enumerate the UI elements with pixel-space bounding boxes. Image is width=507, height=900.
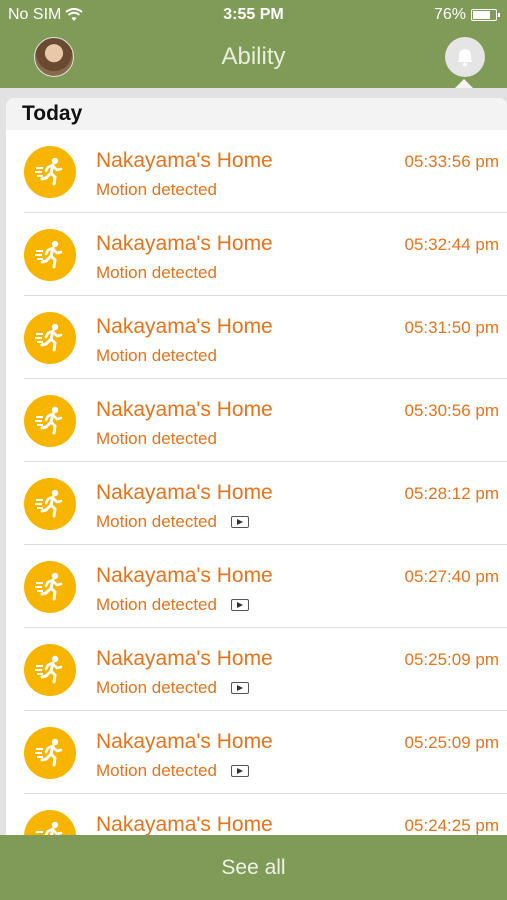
event-time: 05:24:25 pm <box>404 816 499 835</box>
event-type: Motion detected <box>96 678 217 697</box>
event-time: 05:31:50 pm <box>404 318 499 337</box>
notifications-button[interactable] <box>445 37 485 77</box>
video-play-icon[interactable] <box>230 682 249 694</box>
see-all-button[interactable]: See all <box>0 835 507 900</box>
event-description: Motion detected <box>96 512 249 532</box>
status-bar: No SIM 3:55 PM 76% <box>0 0 507 30</box>
event-list: Nakayama's Home Motion detected 05:33:56… <box>6 130 507 835</box>
event-type: Motion detected <box>96 512 217 531</box>
battery-icon <box>471 9 500 21</box>
battery-percent: 76% <box>433 6 466 23</box>
running-person-icon <box>24 810 76 835</box>
video-play-icon[interactable] <box>230 599 249 611</box>
event-description: Motion detected <box>96 761 249 781</box>
bell-icon <box>457 49 473 67</box>
event-description: Motion detected <box>96 429 217 449</box>
notifications-panel: Today Nakayama's Home Motion detected 05… <box>0 88 507 835</box>
status-time: 3:55 PM <box>223 6 284 23</box>
event-description: Motion detected <box>96 180 217 200</box>
event-time: 05:32:44 pm <box>404 235 499 254</box>
event-row[interactable]: Nakayama's Home Motion detected 05:27:40… <box>6 545 507 628</box>
event-location: Nakayama's Home <box>96 564 273 587</box>
page-title: Ability <box>221 43 286 70</box>
event-description: Motion detected <box>96 678 249 698</box>
running-person-icon <box>24 395 76 447</box>
event-time: 05:33:56 pm <box>404 152 499 171</box>
event-location: Nakayama's Home <box>96 813 273 835</box>
running-person-icon <box>24 478 76 530</box>
top-bar: No SIM 3:55 PM 76% Ability <box>0 0 507 89</box>
running-person-icon <box>24 561 76 613</box>
event-location: Nakayama's Home <box>96 647 273 670</box>
event-location: Nakayama's Home <box>96 398 273 421</box>
event-time: 05:25:09 pm <box>404 733 499 752</box>
running-person-icon <box>24 146 76 198</box>
event-description: Motion detected <box>96 595 249 615</box>
section-header: Today <box>6 98 507 130</box>
navigation-bar: Ability <box>0 30 507 88</box>
event-time: 05:25:09 pm <box>404 650 499 669</box>
event-type: Motion detected <box>96 761 217 780</box>
video-play-icon[interactable] <box>230 765 249 777</box>
event-row[interactable]: Nakayama's Home Motion detected 05:30:56… <box>6 379 507 462</box>
battery-indicator: 76% <box>433 6 500 24</box>
video-play-icon[interactable] <box>230 516 249 528</box>
event-row[interactable]: Nakayama's Home Motion detected 05:33:56… <box>6 130 507 213</box>
event-row[interactable]: Nakayama's Home Motion detected 05:28:12… <box>6 462 507 545</box>
event-time: 05:27:40 pm <box>404 567 499 586</box>
event-time: 05:28:12 pm <box>404 484 499 503</box>
event-row[interactable]: Nakayama's Home Motion detected 05:25:09… <box>6 711 507 794</box>
running-person-icon <box>24 727 76 779</box>
running-person-icon <box>24 229 76 281</box>
event-location: Nakayama's Home <box>96 232 273 255</box>
event-type: Motion detected <box>96 346 217 365</box>
event-row[interactable]: Nakayama's Home Motion detected 05:24:25… <box>6 794 507 835</box>
event-type: Motion detected <box>96 180 217 199</box>
event-location: Nakayama's Home <box>96 481 273 504</box>
event-time: 05:30:56 pm <box>404 401 499 420</box>
running-person-icon <box>24 644 76 696</box>
event-location: Nakayama's Home <box>96 315 273 338</box>
event-location: Nakayama's Home <box>96 149 273 172</box>
event-description: Motion detected <box>96 263 217 283</box>
event-row[interactable]: Nakayama's Home Motion detected 05:31:50… <box>6 296 507 379</box>
running-person-icon <box>24 312 76 364</box>
event-type: Motion detected <box>96 429 217 448</box>
notifications-sheet: Today Nakayama's Home Motion detected 05… <box>6 98 507 835</box>
event-description: Motion detected <box>96 346 217 366</box>
event-type: Motion detected <box>96 595 217 614</box>
event-type: Motion detected <box>96 263 217 282</box>
event-location: Nakayama's Home <box>96 730 273 753</box>
event-row[interactable]: Nakayama's Home Motion detected 05:25:09… <box>6 628 507 711</box>
event-row[interactable]: Nakayama's Home Motion detected 05:32:44… <box>6 213 507 296</box>
